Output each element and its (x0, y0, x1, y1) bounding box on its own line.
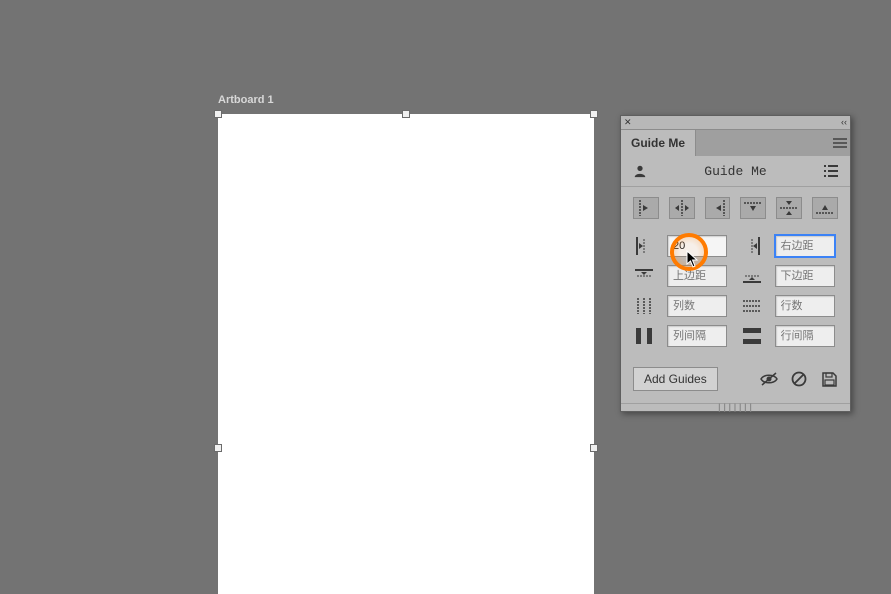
column-gap-icon (633, 326, 655, 346)
collapse-icon[interactable]: ‹‹ (841, 118, 847, 127)
column-gap-input[interactable] (667, 325, 727, 347)
artboard-handle-top-left[interactable] (214, 110, 222, 118)
panel-titlebar[interactable]: ✕ ‹‹ (621, 116, 850, 130)
top-margin-input[interactable] (667, 265, 727, 287)
right-margin-input[interactable] (775, 235, 835, 257)
top-margin-icon (633, 266, 655, 286)
artboard-handle-top-middle[interactable] (402, 110, 410, 118)
bottom-margin-input[interactable] (775, 265, 835, 287)
align-top-button[interactable] (740, 197, 766, 219)
panel-resize-grip[interactable]: ┃┃┃┃┃┃┃ (621, 403, 850, 411)
left-margin-input[interactable] (667, 235, 727, 257)
panel-tab-row: Guide Me (621, 130, 850, 156)
panel-menu-icon[interactable] (830, 130, 850, 156)
user-icon[interactable] (631, 162, 649, 180)
save-icon[interactable] (820, 370, 838, 388)
artboard-handle-mid-left[interactable] (214, 444, 222, 452)
artboard-canvas[interactable] (218, 114, 594, 594)
rows-input[interactable] (775, 295, 835, 317)
align-left-button[interactable] (633, 197, 659, 219)
align-vcenter-button[interactable] (776, 197, 802, 219)
align-right-button[interactable] (705, 197, 731, 219)
align-hcenter-button[interactable] (669, 197, 695, 219)
row-gap-icon (741, 326, 763, 346)
panel-title-row: Guide Me (621, 156, 850, 187)
align-bottom-button[interactable] (812, 197, 838, 219)
rows-icon (741, 296, 763, 316)
guide-me-panel: ✕ ‹‹ Guide Me Guide Me (620, 115, 851, 412)
field-grid (621, 229, 850, 359)
columns-icon (633, 296, 655, 316)
close-icon[interactable]: ✕ (624, 118, 632, 127)
left-margin-icon (633, 236, 655, 256)
artboard-handle-top-right[interactable] (590, 110, 598, 118)
tab-guide-me[interactable]: Guide Me (621, 130, 696, 156)
align-button-row (621, 187, 850, 229)
bottom-margin-icon (741, 266, 763, 286)
panel-body: Guide Me (621, 156, 850, 403)
add-guides-button[interactable]: Add Guides (633, 367, 718, 391)
list-icon[interactable] (822, 162, 840, 180)
columns-input[interactable] (667, 295, 727, 317)
artboard-handle-mid-right[interactable] (590, 444, 598, 452)
panel-title: Guide Me (649, 164, 822, 179)
artboard-label: Artboard 1 (218, 94, 274, 106)
row-gap-input[interactable] (775, 325, 835, 347)
action-row: Add Guides (621, 359, 850, 403)
visibility-toggle-icon[interactable] (760, 370, 778, 388)
clear-icon[interactable] (790, 370, 808, 388)
right-margin-icon (741, 236, 763, 256)
